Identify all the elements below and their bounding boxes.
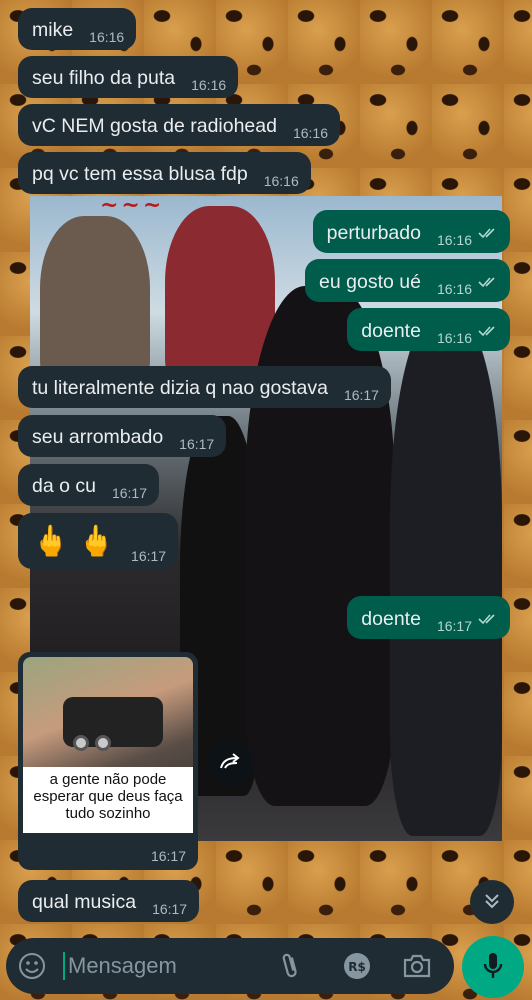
message-time: 16:16: [89, 29, 125, 45]
camera-button[interactable]: [402, 952, 432, 983]
message-emoji: 🖕 🖕: [32, 525, 116, 558]
message-time: 16:17: [436, 618, 472, 634]
message-text: seu filho da puta: [32, 67, 176, 89]
message-time: 16:17: [111, 485, 148, 501]
message-time: 16:16: [436, 281, 472, 297]
message-time: 16:16: [436, 232, 472, 248]
message-text: mike: [32, 19, 74, 41]
double-chevron-down-icon: [482, 891, 502, 914]
payment-button[interactable]: R$: [342, 951, 372, 984]
forward-icon: [219, 752, 243, 775]
message-text: qual musica: [32, 891, 137, 913]
emoji-icon: [18, 953, 46, 983]
message-time: 16:16: [436, 330, 472, 346]
message-time: 16:17: [152, 901, 188, 917]
svg-text:R$: R$: [348, 960, 366, 974]
message-text: perturbado: [326, 222, 421, 244]
message-incoming[interactable]: tu literalmente dizia q nao gostava 16:17: [18, 366, 391, 408]
photo-figure: [245, 286, 395, 806]
message-text: doente: [361, 608, 421, 630]
message-time: 16:16: [263, 173, 299, 189]
rupee-payment-icon: R$: [342, 953, 372, 984]
message-time: 16:17: [343, 387, 379, 403]
message-incoming[interactable]: pq vc tem essa blusa fdp 16:16: [18, 152, 311, 194]
revolver-cylinder: [95, 735, 111, 751]
camera-icon: [402, 954, 432, 983]
text-caret: [63, 952, 65, 980]
double-check-icon: [478, 319, 498, 343]
message-incoming[interactable]: mike 16:16: [18, 8, 137, 50]
message-text: vC NEM gosta de radiohead: [32, 115, 277, 137]
voice-message-button[interactable]: [462, 936, 524, 998]
message-input[interactable]: [68, 946, 268, 986]
message-text: seu arrombado: [32, 426, 164, 448]
scroll-to-bottom-button[interactable]: [470, 880, 514, 924]
image-thumbnail[interactable]: a gente não pode esperar que deus faça t…: [23, 657, 193, 833]
message-incoming[interactable]: qual musica 16:17: [18, 880, 200, 922]
message-incoming[interactable]: vC NEM gosta de radiohead 16:16: [18, 104, 341, 146]
double-check-icon: [478, 221, 498, 245]
message-time: 16:17: [131, 548, 167, 564]
message-time: 16:17: [150, 848, 186, 864]
image-caption: a gente não pode esperar que deus faça t…: [23, 767, 193, 833]
message-text: eu gosto ué: [319, 271, 421, 293]
message-text: doente: [361, 320, 421, 342]
message-composer: R$: [6, 938, 454, 994]
attach-button[interactable]: [278, 952, 304, 983]
revolver-cylinder: [73, 735, 89, 751]
message-outgoing[interactable]: perturbado 16:16: [312, 210, 510, 253]
message-incoming[interactable]: seu filho da puta 16:16: [18, 56, 239, 98]
message-incoming-emoji[interactable]: 🖕 🖕 16:17: [18, 513, 179, 569]
emoji-button[interactable]: [18, 952, 46, 983]
message-time: 16:16: [292, 125, 329, 141]
message-outgoing[interactable]: eu gosto ué 16:16: [305, 259, 510, 302]
photo-figure: [390, 316, 502, 836]
double-check-icon: [478, 607, 498, 631]
message-text: pq vc tem essa blusa fdp: [32, 163, 248, 185]
message-text: da o cu: [32, 475, 96, 497]
message-time: 16:16: [191, 77, 227, 93]
message-outgoing[interactable]: doente 16:17: [347, 596, 510, 639]
message-incoming[interactable]: seu arrombado 16:17: [18, 415, 227, 457]
forward-button[interactable]: [208, 740, 254, 786]
image-message[interactable]: a gente não pode esperar que deus faça t…: [18, 652, 198, 870]
message-time: 16:17: [179, 436, 215, 452]
message-text: tu literalmente dizia q nao gostava: [32, 377, 328, 399]
mic-icon: [481, 951, 505, 984]
message-outgoing[interactable]: doente 16:16: [347, 308, 510, 351]
message-incoming[interactable]: da o cu 16:17: [18, 464, 160, 506]
paperclip-icon: [278, 953, 304, 983]
double-check-icon: [478, 270, 498, 294]
